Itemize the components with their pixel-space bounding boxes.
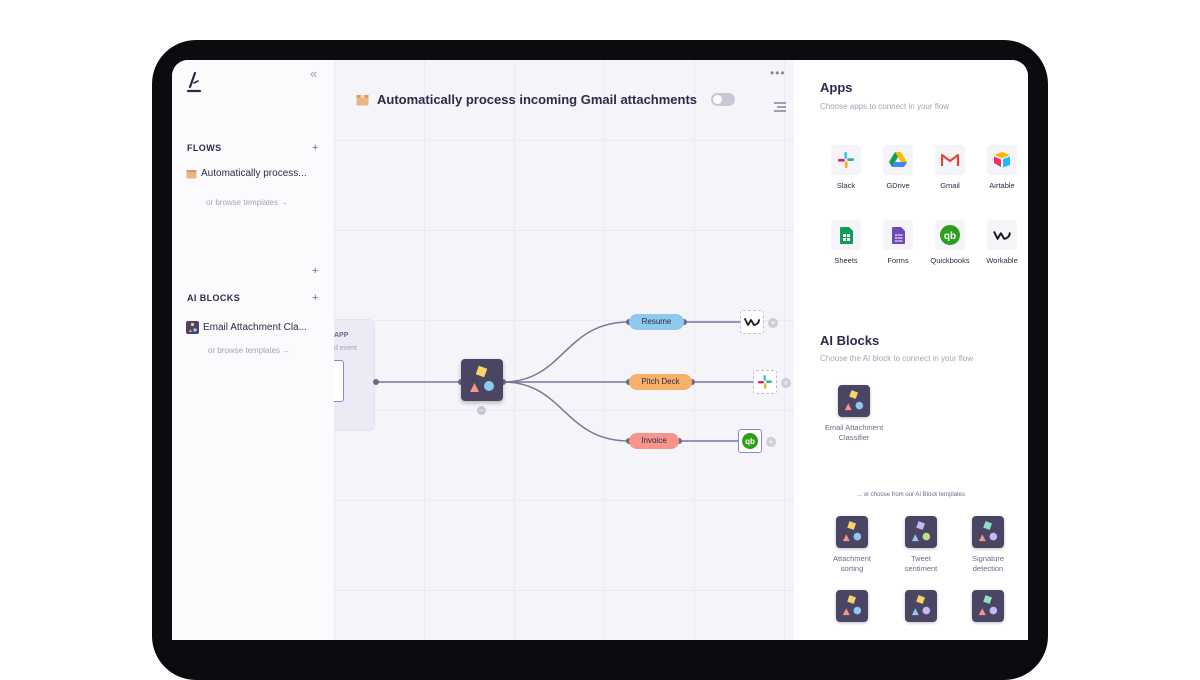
template-attachment-sorting[interactable]: Attachment sorting bbox=[817, 516, 887, 574]
ai-shapes-icon bbox=[844, 390, 864, 411]
apps-subtitle: Choose apps to connect in your flow bbox=[820, 102, 949, 111]
ai-blocks-section-title: AI BLOCKS bbox=[187, 293, 241, 303]
right-panel: Apps Choose apps to connect in your flow… bbox=[794, 60, 1028, 640]
app-label: Gmail bbox=[940, 181, 960, 190]
box-icon bbox=[186, 170, 197, 179]
browse-ai-templates-link[interactable]: or browse templates → bbox=[208, 346, 290, 355]
ai-shapes-icon bbox=[842, 521, 862, 542]
slack-icon bbox=[838, 152, 854, 168]
add-flow-button[interactable]: + bbox=[312, 142, 318, 154]
branch-invoice[interactable]: Invoice bbox=[629, 433, 679, 449]
collapse-node-icon[interactable]: − bbox=[477, 406, 486, 415]
ai-shapes-icon bbox=[978, 595, 998, 616]
flow-canvas[interactable]: Automatically process incoming Gmail att… bbox=[334, 60, 794, 640]
app-screen: « FLOWS + Automatically process... or br… bbox=[172, 60, 1028, 640]
app-label: Quickbooks bbox=[930, 256, 970, 265]
template-signature-detection[interactable]: Signature detection bbox=[953, 516, 1023, 574]
branch-pitch-deck[interactable]: Pitch Deck bbox=[629, 374, 692, 390]
slack-target[interactable] bbox=[753, 370, 777, 394]
app-label: Slack bbox=[836, 181, 856, 190]
collapse-sidebar-icon[interactable]: « bbox=[310, 66, 317, 81]
sidebar-item-label: Automatically process... bbox=[201, 168, 307, 179]
ai-shapes-icon bbox=[978, 521, 998, 542]
app-gdrive[interactable]: GDrive bbox=[873, 145, 923, 190]
app-label: GDrive bbox=[886, 181, 910, 190]
ai-shapes-icon bbox=[842, 595, 862, 616]
template-label: Tweet sentiment bbox=[904, 554, 938, 573]
quickbooks-target[interactable]: qb bbox=[738, 429, 762, 453]
ai-shapes-icon bbox=[911, 595, 931, 616]
sidebar-item-ai-block[interactable]: Email Attachment Cla... bbox=[186, 321, 307, 334]
ai-blocks-subtitle: Choose the AI block to connect in your f… bbox=[820, 354, 973, 363]
ai-block-label: Email Attachment Classifier bbox=[824, 423, 884, 442]
template-item[interactable] bbox=[817, 590, 887, 622]
workable-target[interactable] bbox=[740, 310, 764, 334]
app-sheets[interactable]: Sheets bbox=[821, 220, 871, 265]
template-label: Attachment sorting bbox=[833, 554, 871, 573]
logo-icon bbox=[186, 72, 202, 93]
app-label: Airtable bbox=[989, 181, 1015, 190]
template-item[interactable] bbox=[953, 590, 1023, 622]
app-label: Workable bbox=[986, 256, 1018, 265]
ai-blocks-title: AI Blocks bbox=[820, 333, 880, 348]
svg-text:qb: qb bbox=[745, 437, 755, 446]
gmail-icon bbox=[941, 153, 959, 166]
add-item-button[interactable]: + bbox=[312, 265, 318, 277]
branch-resume[interactable]: Resume bbox=[629, 314, 684, 330]
app-label: Sheets bbox=[834, 256, 858, 265]
svg-text:qb: qb bbox=[944, 231, 956, 242]
ai-block-icon bbox=[186, 321, 199, 334]
quickbooks-icon: qb bbox=[940, 225, 960, 245]
sidebar-item-flow[interactable]: Automatically process... bbox=[186, 168, 307, 179]
gdrive-icon bbox=[889, 152, 907, 167]
quickbooks-icon: qb bbox=[742, 433, 758, 449]
template-label: Signature detection bbox=[971, 554, 1005, 573]
app-forms[interactable]: Forms bbox=[873, 220, 923, 265]
add-step-button[interactable]: + bbox=[766, 437, 776, 447]
template-item[interactable] bbox=[886, 590, 956, 622]
ai-block-node[interactable] bbox=[461, 359, 503, 401]
app-slack[interactable]: Slack bbox=[821, 145, 871, 190]
flows-section-title: FLOWS bbox=[187, 143, 222, 153]
sidebar: « FLOWS + Automatically process... or br… bbox=[172, 60, 335, 640]
templates-note: ... or choose from our AI Block template… bbox=[856, 492, 966, 498]
workable-icon bbox=[993, 230, 1011, 240]
apps-title: Apps bbox=[820, 80, 853, 95]
browse-flow-templates-link[interactable]: or browse templates → bbox=[206, 198, 288, 207]
ai-shapes-icon bbox=[911, 521, 931, 542]
slack-icon bbox=[758, 375, 772, 389]
airtable-icon bbox=[994, 152, 1010, 168]
forms-icon bbox=[891, 226, 905, 244]
app-gmail[interactable]: Gmail bbox=[925, 145, 975, 190]
ai-shapes-icon bbox=[470, 365, 494, 392]
add-step-button[interactable]: + bbox=[768, 318, 778, 328]
app-workable[interactable]: Workable bbox=[977, 220, 1027, 265]
add-ai-block-button[interactable]: + bbox=[312, 292, 318, 304]
app-quickbooks[interactable]: qb Quickbooks bbox=[925, 220, 975, 265]
app-airtable[interactable]: Airtable bbox=[977, 145, 1027, 190]
flow-connections bbox=[373, 319, 753, 444]
app-label: Forms bbox=[887, 256, 909, 265]
template-tweet-sentiment[interactable]: Tweet sentiment bbox=[886, 516, 956, 574]
sheets-icon bbox=[839, 226, 853, 244]
ai-block-email-attachment-classifier[interactable]: Email Attachment Classifier bbox=[819, 385, 889, 443]
workable-icon bbox=[744, 318, 760, 326]
add-step-button[interactable]: + bbox=[781, 378, 791, 388]
sidebar-item-label: Email Attachment Cla... bbox=[203, 322, 307, 333]
